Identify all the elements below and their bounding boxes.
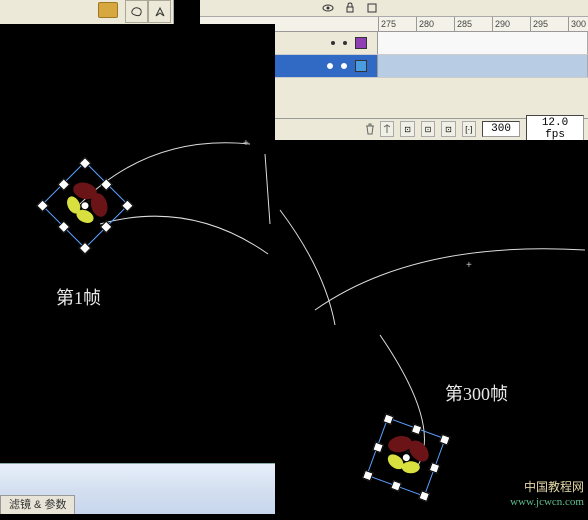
motion-path	[0, 24, 275, 424]
lock-icon[interactable]	[344, 2, 356, 14]
ruler-tick: 275	[378, 17, 416, 31]
watermark: 中国教程网 www.jcwcn.com	[510, 480, 584, 510]
lock-dot[interactable]	[343, 41, 347, 45]
fps-field[interactable]: 12.0 fps	[526, 115, 584, 143]
edit-multiple-button[interactable]: ⊡	[441, 121, 455, 137]
lasso-tool[interactable]	[125, 0, 148, 23]
visibility-dot[interactable]	[331, 41, 335, 45]
ruler-tick: 285	[454, 17, 492, 31]
visibility-dot[interactable]	[327, 63, 333, 69]
properties-panel: 滤镜 & 参数	[0, 463, 275, 514]
frame-label-left: 第1帧	[56, 284, 101, 310]
timeline-footer: ⊡ ⊡ ⊡ [·] 300 12.0 fps	[376, 118, 588, 139]
resize-handle[interactable]	[362, 470, 374, 482]
ruler-tick: 280	[416, 17, 454, 31]
app-toolbar-strip	[0, 0, 125, 25]
selection-box[interactable]	[366, 417, 445, 496]
frames-track[interactable]	[378, 32, 588, 54]
ruler-tick: 295	[530, 17, 568, 31]
stage-right[interactable]: + 第300帧	[275, 140, 588, 514]
registration-cross-icon: +	[243, 139, 249, 149]
layer-color-swatch[interactable]	[355, 60, 367, 72]
onion-outline-button[interactable]: ⊡	[421, 121, 435, 137]
stage-left[interactable]: + 第1帧	[0, 24, 275, 514]
pen-tool[interactable]	[148, 0, 171, 23]
filter-tab[interactable]: 滤镜 & 参数	[0, 495, 75, 514]
ruler-tick: 290	[492, 17, 530, 31]
watermark-title: 中国教程网	[510, 480, 584, 495]
current-frame-field[interactable]: 300	[482, 121, 520, 137]
modify-onion-button[interactable]: [·]	[462, 121, 476, 137]
center-frame-button[interactable]	[380, 121, 394, 137]
timeline-header	[200, 0, 588, 17]
lock-dot[interactable]	[341, 63, 347, 69]
layer-color-swatch[interactable]	[355, 37, 367, 49]
ruler-tick: 300	[568, 17, 588, 31]
onion-skin-button[interactable]: ⊡	[400, 121, 414, 137]
resize-handle[interactable]	[390, 480, 402, 492]
eye-icon[interactable]	[322, 2, 334, 14]
folder-icon[interactable]	[98, 2, 118, 18]
frames-track[interactable]	[378, 55, 588, 77]
watermark-url: www.jcwcn.com	[510, 495, 584, 510]
selection-box[interactable]	[41, 161, 129, 249]
outline-icon[interactable]	[366, 2, 378, 14]
frame-label-right: 第300帧	[445, 380, 508, 406]
registration-cross-icon: +	[466, 261, 472, 271]
resize-handle[interactable]	[418, 490, 430, 502]
delete-layer-button[interactable]	[363, 122, 377, 136]
